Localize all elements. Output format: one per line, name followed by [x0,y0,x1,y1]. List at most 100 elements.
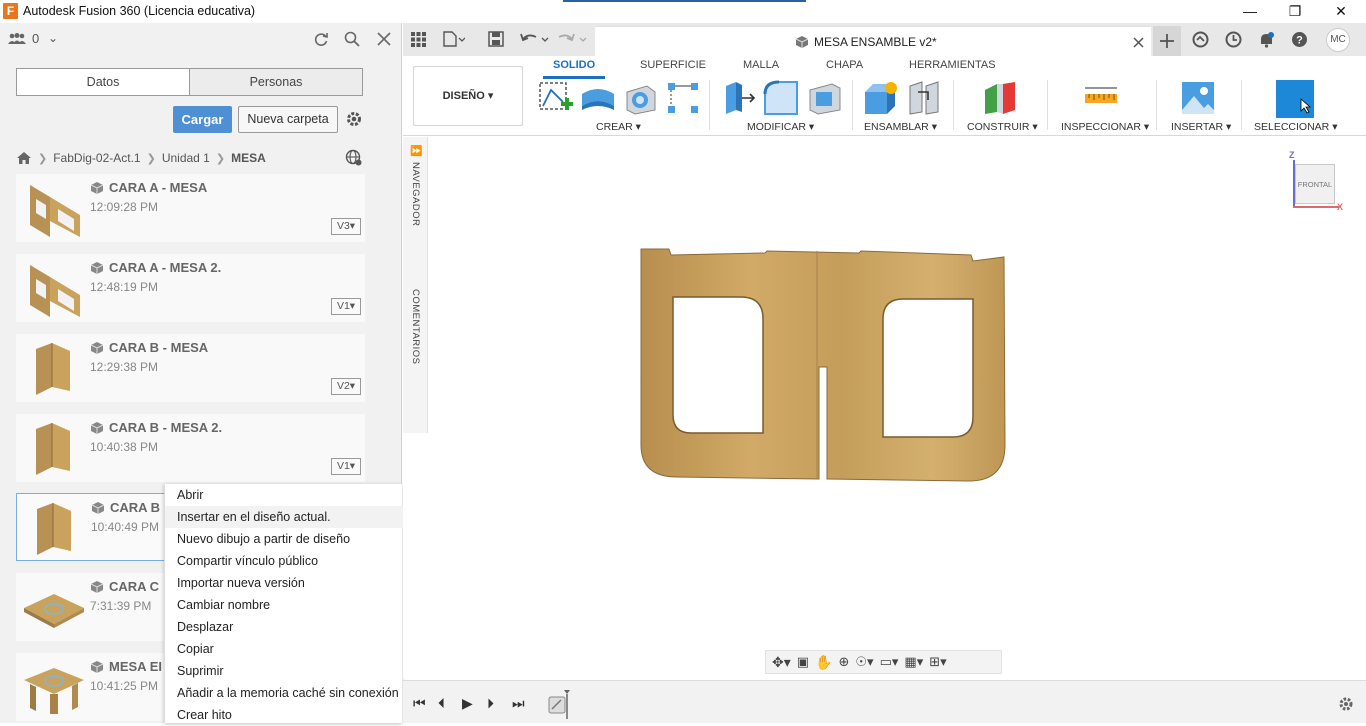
group-inspeccionar[interactable]: INSPECCIONAR ▾ [1061,121,1149,133]
shell-icon[interactable] [806,80,842,116]
clock-history-icon[interactable] [1225,31,1242,48]
extrude-icon[interactable] [580,80,616,116]
workspace-dropdown[interactable]: DISEÑO ▾ [413,66,523,126]
menu-item-offline-cache[interactable]: Añadir a la memoria caché sin conexión [165,682,403,704]
grid-settings-icon[interactable]: ▦▾ [904,654,923,670]
version-dropdown[interactable]: V3▾ [331,218,361,235]
design-canvas[interactable] [403,137,1366,678]
file-card[interactable]: CARA A - MESA 2. 12:48:19 PM V1▾ [16,254,365,322]
select-tool-button[interactable] [1276,80,1314,118]
zoom-window-icon[interactable]: ☉▾ [855,654,873,670]
home-icon[interactable] [16,151,32,165]
revolve-icon[interactable] [623,80,659,116]
menu-item-open[interactable]: Abrir [165,484,403,506]
tab-personas[interactable]: Personas [189,68,363,96]
expand-browser-icon[interactable]: ⏩ [410,146,422,157]
timeline-step-back-icon[interactable]: ⏴ [438,695,445,712]
look-at-icon[interactable]: ▣ [797,654,809,670]
timeline-start-icon[interactable]: ⏮ [413,695,426,712]
insert-image-icon[interactable] [1180,80,1216,116]
version-dropdown[interactable]: V2▾ [331,378,361,395]
file-menu-icon[interactable] [443,31,465,47]
viewcube[interactable]: Z X FRONTAL [1285,150,1343,216]
panel-b-icon [36,343,70,395]
orbit-icon[interactable]: ✥▾ [772,654,791,671]
joint-icon[interactable] [906,80,942,116]
browser-strip[interactable]: ⏩ NAVEGADOR COMENTARIOS [403,137,428,433]
menu-item-new-drawing[interactable]: Nuevo dibujo a partir de diseño [165,528,403,550]
group-seleccionar[interactable]: SELECCIONAR ▾ [1254,121,1337,133]
user-avatar[interactable]: MC [1326,28,1350,52]
group-crear[interactable]: CREAR ▾ [596,121,641,133]
fillet-icon[interactable] [763,80,799,116]
group-modificar[interactable]: MODIFICAR ▾ [747,121,814,133]
job-status-icon[interactable] [1192,31,1209,48]
minimize-button[interactable]: — [1227,0,1273,23]
version-dropdown[interactable]: V1▾ [331,298,361,315]
notifications-bell-icon[interactable] [1258,31,1275,48]
pattern-icon[interactable] [665,80,701,116]
maximize-button[interactable]: ❐ [1272,0,1318,23]
display-settings-icon[interactable]: ▭▾ [880,654,899,670]
group-insertar[interactable]: INSERTAR ▾ [1171,121,1231,133]
wood-panel-model[interactable] [639,245,1007,485]
menu-item-copy[interactable]: Copiar [165,638,403,660]
new-tab-button[interactable] [1153,26,1181,56]
menu-item-insert-into-design[interactable]: Insertar en el diseño actual. [165,506,403,528]
team-icon[interactable] [8,33,26,45]
tab-solido[interactable]: SOLIDO [542,59,606,79]
zoom-icon[interactable]: ⊕ [839,654,850,670]
close-tab-icon[interactable] [1133,37,1144,48]
menu-item-import-version[interactable]: Importar nueva versión [165,572,403,594]
close-window-button[interactable]: ✕ [1318,0,1364,23]
group-construir[interactable]: CONSTRUIR ▾ [967,121,1038,133]
offset-plane-icon[interactable] [983,80,1019,116]
save-icon[interactable] [488,31,504,47]
chevron-down-icon[interactable]: ⌄ [48,31,58,45]
menu-item-delete[interactable]: Suprimir [165,660,403,682]
viewports-icon[interactable]: ⊞▾ [929,654,946,670]
timeline-settings-gear-icon[interactable] [1338,696,1354,712]
timeline-feature-icon[interactable] [547,689,573,719]
timeline-play-icon[interactable]: ▶ [462,695,473,712]
upload-button[interactable]: Cargar [173,106,232,133]
group-ensamblar[interactable]: ENSAMBLAR ▾ [864,121,937,133]
timeline-end-icon[interactable]: ⏭ [512,695,525,712]
menu-item-rename[interactable]: Cambiar nombre [165,594,403,616]
new-folder-button[interactable]: Nueva carpeta [238,106,338,133]
tab-malla[interactable]: MALLA [743,59,779,71]
press-pull-icon[interactable] [720,80,756,116]
undo-icon[interactable] [520,31,552,47]
comments-label[interactable]: COMENTARIOS [410,289,421,365]
redo-icon[interactable] [558,31,590,47]
panel-a-icon [30,265,80,317]
tab-chapa[interactable]: CHAPA [826,59,863,71]
timeline-step-forward-icon[interactable]: ⏵ [487,695,494,712]
file-card[interactable]: CARA A - MESA 12:09:28 PM V3▾ [16,174,365,242]
close-panel-icon[interactable] [377,32,391,46]
design-file-icon [90,421,104,434]
app-grid-icon[interactable] [411,32,426,47]
new-component-icon[interactable] [863,80,899,116]
globe-view-icon[interactable] [345,149,363,167]
measure-icon[interactable] [1083,80,1119,116]
help-icon[interactable]: ? [1291,31,1308,48]
gear-icon[interactable] [345,110,363,128]
navigator-label[interactable]: NAVEGADOR [410,162,421,227]
pan-hand-icon[interactable]: ✋ [815,654,832,671]
file-card[interactable]: CARA B - MESA 12:29:38 PM V2▾ [16,334,365,402]
menu-item-move[interactable]: Desplazar [165,616,403,638]
tab-datos[interactable]: Datos [16,68,190,96]
breadcrumb-project[interactable]: FabDig-02-Act.1 [53,151,140,165]
document-tab[interactable]: MESA ENSAMBLE v2* [595,26,1151,56]
refresh-icon[interactable] [313,31,329,47]
breadcrumb-folder[interactable]: Unidad 1 [162,151,210,165]
tab-herramientas[interactable]: HERRAMIENTAS [909,59,996,71]
viewcube-front-face[interactable]: FRONTAL [1295,164,1335,204]
file-card[interactable]: CARA B - MESA 2. 10:40:38 PM V1▾ [16,414,365,482]
menu-item-share-link[interactable]: Compartir vínculo público [165,550,403,572]
create-sketch-icon[interactable] [537,80,573,116]
tab-superficie[interactable]: SUPERFICIE [640,59,706,71]
version-dropdown[interactable]: V1▾ [331,458,361,475]
search-icon[interactable] [344,31,360,47]
